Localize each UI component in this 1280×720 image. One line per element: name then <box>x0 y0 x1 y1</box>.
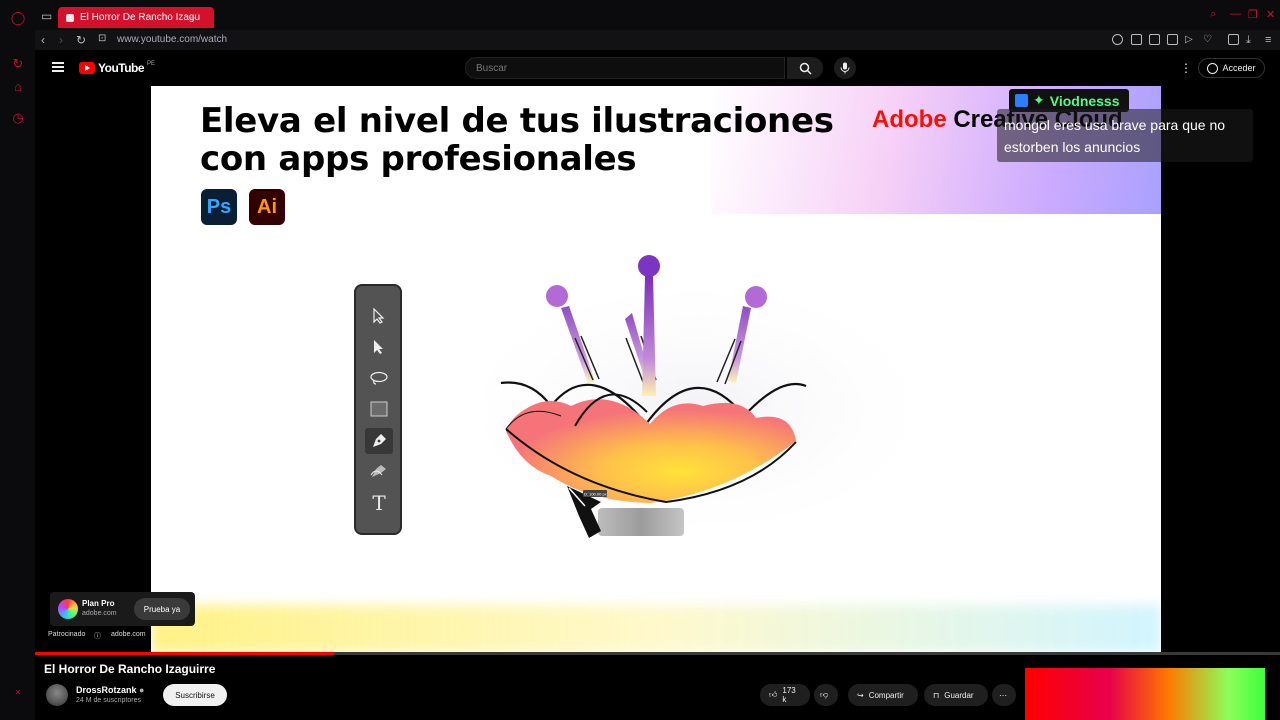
bookmark-icon[interactable] <box>1149 34 1160 45</box>
tab-title: El Horror De Rancho Izagu <box>80 12 201 23</box>
browser-menu-icon[interactable]: ≡ <box>1265 34 1276 46</box>
subscribe-button[interactable]: Suscribirse <box>163 684 227 706</box>
sponsor-domain-link[interactable]: adobe.com <box>111 631 146 638</box>
opera-logo-icon[interactable]: ◯ <box>10 10 26 26</box>
lock-icon[interactable]: ⊡ <box>98 33 106 44</box>
photoshop-icon: Ps <box>201 189 237 225</box>
microphone-icon <box>840 62 850 74</box>
sign-in-button[interactable]: Acceder <box>1198 58 1265 78</box>
youtube-logo[interactable]: YouTube PE <box>79 61 155 75</box>
sidebar-settings-icon[interactable]: ✕ <box>10 684 26 700</box>
guide-menu-icon[interactable] <box>52 62 64 74</box>
youtube-play-icon <box>79 62 95 74</box>
illustrator-toolbox: T <box>354 284 402 535</box>
dislike-button[interactable]: 👎︎ <box>814 684 838 706</box>
new-tab-button[interactable]: + <box>189 10 197 25</box>
history-icon[interactable]: ↻ <box>10 56 26 72</box>
address-bar: ‹ › ↻ ⊡ www.youtube.com/watch ▷ ♡ ⤓ ≡ <box>35 30 1280 50</box>
tab-bar: ▭ El Horror De Rancho Izagu + ⌕ — ❐ ✕ <box>35 0 1280 30</box>
ad-promo-card[interactable]: Plan Pro adobe.com Prueba ya <box>50 592 195 626</box>
curvature-tool-icon <box>369 461 389 481</box>
lasso-tool-icon <box>369 368 389 388</box>
creative-cloud-icon <box>58 599 78 619</box>
channel-name[interactable]: DrossRotzank ● <box>76 685 144 695</box>
profile-icon[interactable] <box>1228 34 1239 45</box>
pen-tool-icon <box>365 428 393 454</box>
ad-gradient-bottom <box>151 605 1161 653</box>
like-button[interactable]: 👍︎ 173 k <box>760 684 810 706</box>
snapshot-icon[interactable] <box>1131 34 1142 45</box>
minimize-icon[interactable]: — <box>1230 8 1241 20</box>
heart-icon[interactable]: ♡ <box>1203 34 1214 45</box>
thumbs-down-icon: 👎︎ <box>820 690 829 699</box>
download-icon[interactable]: ⤓ <box>1246 34 1257 46</box>
caption-overlay: mongol eres usa brave para que no estorb… <box>997 109 1253 162</box>
zoom-icon[interactable] <box>1112 34 1123 45</box>
related-video-thumbnail[interactable] <box>1025 668 1265 720</box>
direct-selection-tool-icon <box>369 337 389 357</box>
info-icon[interactable]: ⓘ <box>94 631 101 641</box>
sparkle-icon: ✦ <box>1033 92 1045 108</box>
ad-progress-bar[interactable] <box>35 652 1280 655</box>
account-icon <box>1207 62 1219 74</box>
clock-icon[interactable]: ◷ <box>10 110 26 126</box>
bookmark-save-icon: ⊓ <box>933 690 940 700</box>
illustrator-icon: Ai <box>249 189 285 225</box>
forward-icon[interactable]: › <box>59 33 63 47</box>
video-title: El Horror De Rancho Izaguirre <box>44 662 216 676</box>
youtube-favicon-icon <box>66 13 74 22</box>
search-button[interactable] <box>787 57 823 79</box>
extension-icon <box>1015 94 1028 107</box>
url-field[interactable]: www.youtube.com/watch <box>117 34 227 45</box>
ad-progress-fill <box>35 652 334 655</box>
search-icon <box>799 62 812 75</box>
type-tool-icon: T <box>372 491 386 515</box>
search-tabs-icon[interactable]: ⌕ <box>1210 8 1216 21</box>
close-window-icon[interactable]: ✕ <box>1266 8 1275 21</box>
search-input[interactable]: Buscar <box>465 57 785 79</box>
reader-icon[interactable] <box>1167 34 1178 45</box>
youtube-header: YouTube PE Buscar ⋮ Acceder <box>35 50 1280 85</box>
wallet-icon[interactable]: ⌂ <box>10 78 26 94</box>
maximize-icon[interactable]: ❐ <box>1248 8 1258 21</box>
verified-icon: ● <box>139 685 145 695</box>
ad-headline: Eleva el nivel de tus ilustraciones con … <box>200 101 834 179</box>
subscriber-count: 24 M de suscriptores <box>76 697 141 704</box>
tab-menu-icon[interactable]: ▭ <box>41 9 52 23</box>
sponsored-label: Patrocinado <box>48 631 86 638</box>
rectangle-tool-icon <box>369 399 389 419</box>
reload-icon[interactable]: ↻ <box>76 33 86 47</box>
more-actions-button[interactable]: ⋯ <box>992 684 1016 706</box>
share-icon: ↪ <box>857 690 864 700</box>
measure-label: D: 100.00 px <box>584 492 607 497</box>
more-icon: ⋯ <box>999 690 1007 700</box>
settings-menu-icon[interactable]: ⋮ <box>1180 61 1192 75</box>
share-button[interactable]: ↪ Compartir <box>848 684 918 706</box>
browser-sidebar: ◯ ↻ ⌂ ◷ ✕ <box>0 0 35 720</box>
selection-tool-icon <box>369 306 389 326</box>
channel-avatar[interactable] <box>46 684 68 706</box>
flower-illustration: D: 100.00 px <box>461 255 931 538</box>
try-now-button[interactable]: Prueba ya <box>134 598 190 620</box>
send-icon[interactable]: ▷ <box>1185 34 1196 45</box>
voice-search-button[interactable] <box>834 57 856 79</box>
back-icon[interactable]: ‹ <box>41 33 45 47</box>
save-button[interactable]: ⊓ Guardar <box>924 684 988 706</box>
thumbs-up-icon: 👍︎ <box>769 690 778 699</box>
video-player[interactable]: Eleva el nivel de tus ilustraciones con … <box>151 86 1161 653</box>
